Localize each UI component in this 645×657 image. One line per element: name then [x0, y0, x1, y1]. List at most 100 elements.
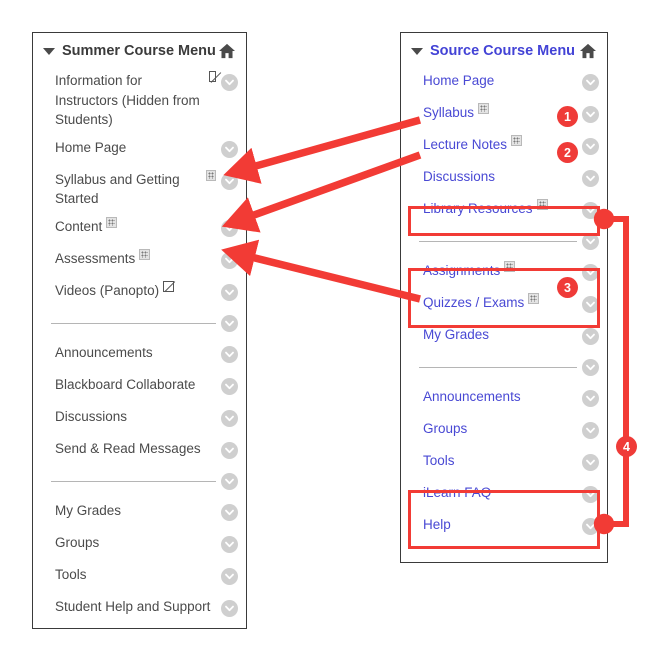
highlight-box-library-resources	[408, 206, 600, 236]
divider-rule	[51, 322, 216, 324]
chevron-down-icon[interactable]	[221, 314, 238, 332]
summer-course-menu-list: Information for Instructors (Hidden from…	[33, 65, 246, 629]
hidden-icon	[209, 71, 216, 82]
chevron-down-icon[interactable]	[221, 535, 238, 553]
menu-item[interactable]: Tools	[33, 561, 246, 593]
menu-divider	[33, 309, 246, 339]
chevron-down-icon[interactable]	[221, 599, 238, 617]
menu-item[interactable]: Home Page	[33, 134, 246, 166]
menu-item-label: Student Help and Support	[55, 598, 211, 614]
chevron-down-icon[interactable]	[582, 359, 599, 376]
chevron-down-icon[interactable]	[221, 140, 238, 158]
chevron-down-icon[interactable]	[221, 409, 238, 427]
content-grid-icon	[511, 135, 523, 146]
badge-3: 3	[557, 277, 578, 298]
home-icon[interactable]	[579, 43, 597, 59]
menu-item[interactable]: Syllabus and Getting Started	[33, 166, 246, 213]
menu-item[interactable]: Groups	[401, 415, 607, 447]
chevron-down-icon[interactable]	[221, 283, 238, 301]
divider-rule	[419, 367, 577, 368]
menu-item[interactable]: Announcements	[401, 383, 607, 415]
chevron-down-icon[interactable]	[221, 345, 238, 363]
summer-course-menu-panel: Summer Course Menu Information for Instr…	[32, 32, 247, 629]
menu-divider	[33, 467, 246, 497]
menu-item[interactable]: Blackboard Collaborate	[33, 371, 246, 403]
page-title: Summer Course Menu	[62, 43, 216, 59]
chevron-down-icon[interactable]	[582, 390, 599, 407]
summer-course-menu-header[interactable]: Summer Course Menu	[33, 33, 246, 65]
menu-item[interactable]: Home Page	[401, 67, 607, 99]
badge-1: 1	[557, 106, 578, 127]
chevron-down-icon[interactable]	[582, 328, 599, 345]
divider-rule	[419, 241, 577, 242]
hidden-icon	[163, 280, 175, 292]
menu-item-label: Home Page	[423, 73, 495, 88]
arrow-lecture-notes-to-content	[221, 151, 422, 233]
menu-item-label: Blackboard Collaborate	[55, 376, 196, 392]
arrow-assignments-to-assessments	[221, 239, 421, 303]
menu-item[interactable]: My Grades	[33, 497, 246, 529]
menu-item-label: Content	[55, 218, 103, 234]
content-grid-icon	[139, 248, 151, 260]
chevron-down-icon[interactable]	[221, 472, 238, 490]
menu-item-label: Information for Instructors (Hidden from…	[55, 73, 200, 128]
menu-item[interactable]: Send & Read Messages	[33, 435, 246, 467]
menu-item[interactable]: Announcements	[33, 339, 246, 371]
menu-item[interactable]: Assessments	[33, 245, 246, 277]
menu-item-label: Syllabus and Getting Started	[55, 171, 180, 207]
home-icon[interactable]	[218, 43, 236, 59]
chevron-down-icon[interactable]	[221, 251, 238, 269]
menu-item-label: Home Page	[55, 139, 127, 155]
content-grid-icon	[478, 103, 490, 114]
badge-4: 4	[616, 436, 637, 457]
page-title: Source Course Menu	[430, 43, 576, 59]
chevron-down-icon[interactable]	[582, 138, 599, 155]
chevron-down-icon[interactable]	[582, 106, 599, 123]
chevron-down-icon[interactable]	[221, 172, 238, 190]
menu-item-label: Assessments	[55, 250, 136, 266]
menu-item-label: Groups	[55, 534, 100, 550]
menu-item[interactable]: Discussions	[33, 403, 246, 435]
menu-item-label: Send & Read Messages	[55, 440, 201, 456]
chevron-down-icon[interactable]	[221, 567, 238, 585]
menu-divider	[401, 353, 607, 383]
chevron-down-icon[interactable]	[582, 454, 599, 471]
menu-item[interactable]: Information for Instructors (Hidden from…	[33, 67, 246, 134]
divider-rule	[51, 480, 216, 482]
menu-item-label: Groups	[423, 421, 468, 436]
menu-item-label: Tools	[423, 453, 455, 468]
chevron-down-icon[interactable]	[221, 219, 238, 237]
menu-item[interactable]: Tools	[401, 447, 607, 479]
menu-item[interactable]: Discussions	[401, 163, 607, 195]
caret-down-icon[interactable]	[411, 47, 423, 55]
badge-2: 2	[557, 142, 578, 163]
menu-item-label: Lecture Notes	[423, 137, 508, 152]
menu-item-label: Videos (Panopto)	[55, 282, 160, 298]
menu-item-label: My Grades	[55, 502, 122, 518]
chevron-down-icon[interactable]	[221, 377, 238, 395]
chevron-down-icon[interactable]	[582, 74, 599, 91]
bracket-library-resources-to-help	[606, 216, 629, 527]
menu-item-label: Discussions	[423, 169, 496, 184]
menu-item-label: Discussions	[55, 408, 128, 424]
menu-item-label: Tools	[55, 566, 87, 582]
caret-down-icon[interactable]	[43, 47, 55, 55]
chevron-down-icon[interactable]	[221, 74, 238, 91]
menu-item[interactable]: Groups	[33, 529, 246, 561]
chevron-down-icon[interactable]	[221, 503, 238, 521]
menu-item[interactable]: Videos (Panopto)	[33, 277, 246, 309]
chevron-down-icon[interactable]	[582, 422, 599, 439]
highlight-box-ilearn-faq-help	[408, 490, 600, 549]
chevron-down-icon[interactable]	[221, 441, 238, 459]
chevron-down-icon[interactable]	[582, 170, 599, 187]
menu-item-label: Announcements	[55, 344, 153, 360]
annotated-course-menu-comparison: Summer Course Menu Information for Instr…	[0, 0, 645, 657]
content-grid-icon	[206, 169, 216, 181]
menu-item[interactable]: Student Help and Support	[33, 593, 246, 625]
content-grid-icon	[106, 216, 118, 228]
source-course-menu-header[interactable]: Source Course Menu	[401, 33, 607, 65]
menu-item-label: Syllabus	[423, 105, 475, 120]
menu-item[interactable]: Content	[33, 213, 246, 245]
arrow-syllabus-to-syllabus-getting-started	[223, 116, 422, 184]
menu-item-label: Announcements	[423, 389, 521, 404]
